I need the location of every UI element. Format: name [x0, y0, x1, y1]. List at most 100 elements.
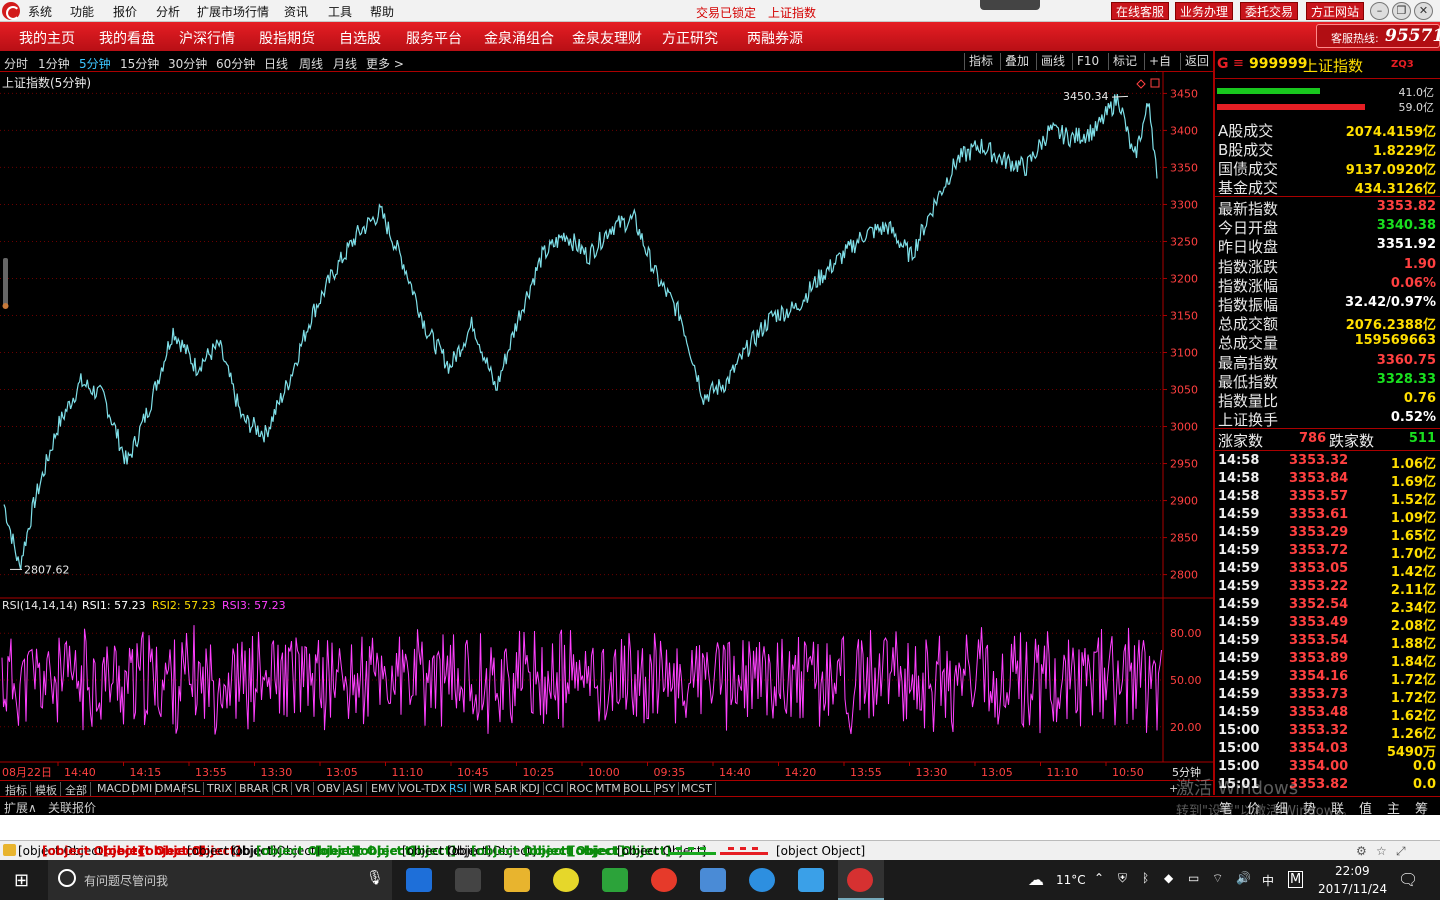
- indicator-tab-rsi[interactable]: RSI: [446, 782, 471, 795]
- mic-icon[interactable]: 🎙: [366, 870, 384, 886]
- volume-icon[interactable]: 🔊: [1236, 871, 1251, 885]
- indicator-tab-vr[interactable]: VR: [292, 782, 315, 795]
- star-icon[interactable]: ☆: [1376, 844, 1387, 858]
- period-60min[interactable]: 60分钟: [216, 55, 255, 72]
- weather-icon[interactable]: ☁: [1028, 870, 1044, 889]
- nav-futures[interactable]: 股指期货: [259, 28, 315, 48]
- tick-row[interactable]: 14:59 3353.72 1.70亿: [1215, 542, 1440, 562]
- tick-row[interactable]: 14:59 3353.49 2.08亿: [1215, 614, 1440, 634]
- gear-icon[interactable]: ⚙: [1356, 844, 1367, 858]
- indicator-tab-obv[interactable]: OBV: [314, 782, 345, 795]
- tick-row[interactable]: 14:59 3353.73 1.72亿: [1215, 686, 1440, 706]
- minimize-icon[interactable]: –: [1370, 2, 1389, 20]
- ime-indicator[interactable]: 中: [1262, 872, 1274, 889]
- trade-button[interactable]: 委托交易: [1240, 2, 1298, 20]
- window-handle[interactable]: [980, 0, 1040, 10]
- tick-row[interactable]: 14:59 3354.16 1.72亿: [1215, 668, 1440, 688]
- search-box[interactable]: 有问题尽管问我 🎙: [48, 860, 392, 900]
- indicator-tab-psy[interactable]: PSY: [652, 782, 680, 795]
- vertical-scroll-handle[interactable]: [3, 258, 8, 308]
- related-quote-button[interactable]: 关联报价: [48, 799, 96, 816]
- website-button[interactable]: 方正网站: [1306, 2, 1364, 20]
- app-icon-4[interactable]: [700, 868, 726, 892]
- period-1min[interactable]: 1分钟: [38, 55, 70, 72]
- tick-row[interactable]: 14:59 3353.54 1.88亿: [1215, 632, 1440, 652]
- tick-row[interactable]: 14:59 3353.61 1.09亿: [1215, 506, 1440, 526]
- menu-news[interactable]: 资讯: [284, 3, 308, 20]
- back-button[interactable]: 返回: [1180, 53, 1213, 70]
- nav-margin[interactable]: 两融券源: [747, 28, 803, 48]
- indicator-tab-emv[interactable]: EMV: [368, 782, 399, 795]
- app-icon-3[interactable]: [651, 868, 677, 892]
- battery-icon[interactable]: ▭: [1188, 871, 1199, 885]
- period-month[interactable]: 月线: [333, 55, 357, 72]
- scroll-knob[interactable]: [2, 303, 9, 309]
- menu-help[interactable]: 帮助: [370, 3, 394, 20]
- app-icon-1[interactable]: [553, 868, 579, 892]
- menu-quote[interactable]: 报价: [113, 3, 137, 20]
- ie-icon[interactable]: [749, 868, 775, 892]
- chart-svg[interactable]: 3450 3400 3350 3300 3250 3200 3150 3100 3050 3000…: [0, 72, 1213, 780]
- tick-row[interactable]: 14:58 3353.57 1.52亿: [1215, 488, 1440, 508]
- chart-area[interactable]: 3450 3400 3350 3300 3250 3200 3150 3100 3050 3000…: [0, 72, 1213, 792]
- menu-tools[interactable]: 工具: [328, 3, 352, 20]
- tick-row[interactable]: 14:59 3353.29 1.65亿: [1215, 524, 1440, 544]
- period-15min[interactable]: 15分钟: [120, 55, 159, 72]
- store-icon[interactable]: [455, 868, 481, 892]
- indicator-button[interactable]: 指标: [964, 53, 1000, 70]
- period-week[interactable]: 周线: [299, 55, 323, 72]
- tick-row[interactable]: 14:59 3353.22 2.11亿: [1215, 578, 1440, 598]
- nav-favorites[interactable]: 自选股: [339, 28, 381, 48]
- explorer-icon[interactable]: [504, 868, 530, 892]
- indicator-tab-trix[interactable]: TRIX: [204, 782, 237, 795]
- mark-button[interactable]: 标记: [1108, 53, 1144, 70]
- tick-row[interactable]: 14:58 3353.32 1.06亿: [1215, 452, 1440, 472]
- close-icon[interactable]: ✕: [1414, 2, 1433, 20]
- restore-icon[interactable]: ❐: [1392, 2, 1411, 20]
- bluetooth-icon[interactable]: ᛒ: [1142, 871, 1149, 885]
- menu-system[interactable]: 系统: [28, 3, 52, 20]
- nav-research[interactable]: 方正研究: [662, 28, 718, 48]
- nav-market[interactable]: 沪深行情: [179, 28, 235, 48]
- period-more[interactable]: 更多 >: [366, 55, 404, 72]
- nav-portfolio[interactable]: 金泉涌组合: [484, 28, 554, 48]
- wifi-icon[interactable]: ⌔: [1212, 871, 1223, 886]
- tick-row[interactable]: 14:59 3353.48 1.62亿: [1215, 704, 1440, 724]
- tick-row[interactable]: 14:59 3353.89 1.84亿: [1215, 650, 1440, 670]
- app-icon-5[interactable]: [798, 868, 824, 892]
- tick-row[interactable]: 14:58 3353.84 1.69亿: [1215, 470, 1440, 490]
- notification-icon[interactable]: 🗨: [1398, 870, 1418, 889]
- indicator-tab-voltdx[interactable]: VOL-TDX: [396, 782, 451, 795]
- menu-ext-market[interactable]: 扩展市场行情: [197, 3, 269, 20]
- indicator-tab-kdj[interactable]: KDJ: [518, 782, 544, 795]
- diamond-icon[interactable]: ◆: [1164, 871, 1173, 885]
- f10-button[interactable]: F10: [1072, 53, 1108, 70]
- nav-watch[interactable]: 我的看盘: [99, 28, 155, 48]
- app-icon-2[interactable]: [602, 868, 628, 892]
- period-5min[interactable]: 5分钟: [79, 55, 111, 72]
- menu-function[interactable]: 功能: [70, 3, 94, 20]
- tick-row[interactable]: 14:59 3353.05 1.42亿: [1215, 560, 1440, 580]
- ext-expand-button[interactable]: 扩展∧: [4, 799, 37, 816]
- nav-home[interactable]: 我的主页: [19, 28, 75, 48]
- market-icon[interactable]: [3, 844, 16, 856]
- menu-icon[interactable]: ≡: [1233, 56, 1244, 71]
- menu-analysis[interactable]: 分析: [156, 3, 180, 20]
- indicator-tab-asi[interactable]: ASI: [342, 782, 367, 795]
- indicator-tab-mcst[interactable]: MCST: [678, 782, 716, 795]
- tray-chevron-icon[interactable]: ⌃: [1094, 871, 1104, 885]
- online-service-button[interactable]: 在线客服: [1111, 2, 1169, 20]
- period-30min[interactable]: 30分钟: [168, 55, 207, 72]
- ime-mode-icon[interactable]: M: [1288, 871, 1304, 888]
- tick-row[interactable]: 15:00 3353.32 1.26亿: [1215, 722, 1440, 742]
- trade-lock-status[interactable]: 交易已锁定: [696, 4, 756, 21]
- edge-icon[interactable]: [406, 868, 432, 892]
- overlay-button[interactable]: 叠加: [1000, 53, 1036, 70]
- indicator-tab-boll[interactable]: BOLL: [620, 782, 656, 795]
- business-button[interactable]: 业务办理: [1175, 2, 1233, 20]
- add-favorite-button[interactable]: +自选: [1144, 53, 1180, 85]
- expand-icon[interactable]: ⤢: [1396, 844, 1406, 859]
- period-tick[interactable]: 分时: [4, 55, 28, 72]
- nav-service[interactable]: 服务平台: [406, 28, 462, 48]
- clock-date[interactable]: 2017/11/24: [1318, 882, 1387, 896]
